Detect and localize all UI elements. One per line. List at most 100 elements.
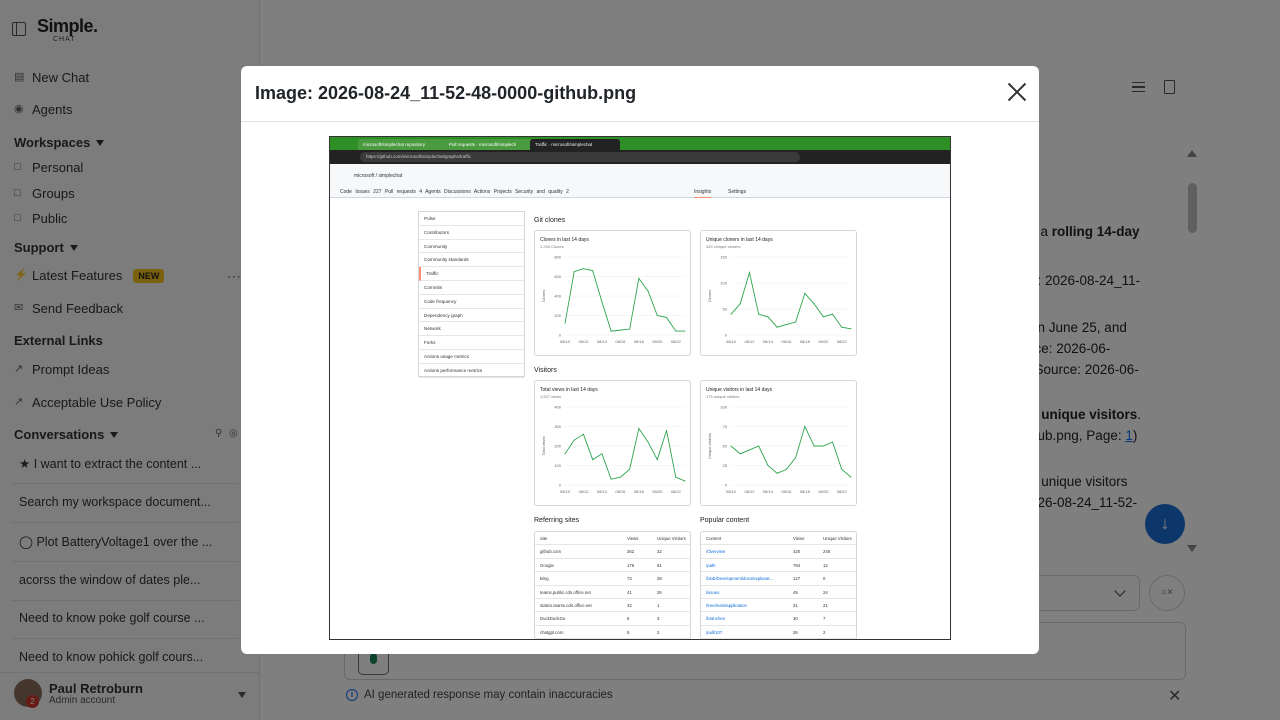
y-axis-label: Clones xyxy=(541,290,546,302)
data-point xyxy=(601,453,603,455)
data-point xyxy=(629,328,631,330)
table-row: /pull/107 26 2 xyxy=(701,626,856,639)
x-tick-label: 08/20 xyxy=(652,489,663,494)
insights-menu-item: Dependency graph xyxy=(419,309,524,323)
data-point xyxy=(564,322,566,324)
popular-content-table: Content Views Unique Visitors/Overview 420 2… xyxy=(700,531,857,639)
chart-subtitle: 175 unique visitors xyxy=(706,394,740,399)
x-tick-label: 08/12 xyxy=(744,489,755,494)
data-point xyxy=(748,272,750,274)
data-point xyxy=(638,277,640,279)
table-cell: 420 xyxy=(793,549,801,555)
y-tick-label: 25 xyxy=(723,463,728,468)
data-point xyxy=(776,326,778,328)
data-point xyxy=(573,271,575,273)
table-cell: /branches xyxy=(706,616,725,622)
table-cell: 21 xyxy=(823,602,828,608)
data-point xyxy=(767,316,769,318)
y-tick-label: 200 xyxy=(554,444,561,449)
insights-menu-item: Community xyxy=(419,240,524,254)
screenshot-image: microsoft/simplechat repository Pull req… xyxy=(329,136,951,640)
data-point xyxy=(675,330,677,332)
x-tick-label: 08/14 xyxy=(763,339,774,344)
table-cell: 0 xyxy=(823,576,826,582)
insights-menu-item: Actions usage metrics xyxy=(419,350,524,364)
chart-card: Unique visitors in last 14 days 175 uniq… xyxy=(700,380,857,506)
table-cell: Views xyxy=(793,536,805,541)
series-line xyxy=(730,270,852,330)
data-point xyxy=(795,321,797,323)
data-point xyxy=(610,478,612,480)
chart-subtitle: 420 Unique cloners xyxy=(706,244,741,249)
y-tick-label: 0 xyxy=(559,333,562,338)
table-cell: /tree/main/application xyxy=(706,602,747,608)
insights-menu-item: Community standards xyxy=(419,253,524,268)
data-point xyxy=(619,329,621,331)
insights-menu: Pulse Contributors Community Community stan… xyxy=(418,211,525,378)
data-point xyxy=(850,328,852,330)
data-point xyxy=(573,439,575,441)
insights-menu-item: Traffic xyxy=(419,267,524,281)
y-tick-label: 150 xyxy=(720,255,727,260)
y-tick-label: 100 xyxy=(720,281,727,286)
close-button[interactable] xyxy=(1007,82,1027,102)
insights-menu-item: Actions performance metrics xyxy=(419,364,524,378)
y-tick-label: 75 xyxy=(723,424,728,429)
x-tick-label: 08/10 xyxy=(560,339,571,344)
table-cell: Unique Visitors xyxy=(823,536,852,541)
table-cell: /issues xyxy=(706,589,720,595)
table-cell: 5 xyxy=(627,629,630,635)
table-cell: 262 xyxy=(627,549,635,555)
table-row: /branches 30 7 xyxy=(701,612,856,626)
data-point xyxy=(841,468,843,470)
referring-sites-heading: Referring sites xyxy=(534,517,580,524)
line-chart: 0 200 400 600 800 Clones 08/10 08/12 08/14 08/16 0… xyxy=(541,255,686,344)
insights-menu-item: Code frequency xyxy=(419,295,524,309)
table-cell: statics.teams.cdn.office.net xyxy=(540,602,592,608)
app-root: Simple. CHAT ▤ New Chat ◉ Agents Workspa… xyxy=(0,0,1280,720)
insights-menu-item: Forks xyxy=(419,336,524,350)
y-tick-label: 0 xyxy=(725,333,728,338)
repo-name: microsoft / simplechat xyxy=(354,173,403,179)
modal-title: Image: 2026-08-24_11-52-48-0000-github.p… xyxy=(255,83,637,103)
browser-tab-active: Traffic · microsoft/simplechat xyxy=(530,139,620,150)
chart-card: Total views in last 14 days 1,527 views … xyxy=(534,380,691,506)
x-tick-label: 08/10 xyxy=(560,489,571,494)
x-tick-label: 08/12 xyxy=(578,489,589,494)
x-tick-label: 08/18 xyxy=(800,489,811,494)
x-tick-label: 08/20 xyxy=(652,339,663,344)
line-chart: 0 100 200 300 400 Total views 08/10 08/12 08/14 0… xyxy=(541,405,686,494)
table-cell: 794 xyxy=(793,562,801,568)
x-tick-label: 08/22 xyxy=(837,489,848,494)
data-point xyxy=(592,270,594,272)
data-point xyxy=(748,449,750,451)
data-point xyxy=(758,313,760,315)
x-tick-label: 08/12 xyxy=(578,339,589,344)
data-point xyxy=(739,303,741,305)
data-point xyxy=(647,290,649,292)
x-tick-label: 08/16 xyxy=(615,489,626,494)
insights-menu-item: Contributors xyxy=(419,226,524,240)
data-point xyxy=(804,426,806,427)
table-cell: 127 xyxy=(793,576,801,582)
settings-tab: Settings xyxy=(728,189,747,195)
table-cell: 49 xyxy=(793,589,798,595)
x-tick-label: 08/18 xyxy=(800,339,811,344)
data-point xyxy=(813,303,815,305)
table-row: DuckDuckGo 5 3 xyxy=(535,612,690,626)
x-tick-label: 08/14 xyxy=(763,489,774,494)
insights-menu-item: Pulse xyxy=(419,212,524,226)
line-chart: 0 25 50 75 100 Unique visitors 08/10 08/12 08/14… xyxy=(707,405,852,494)
table-cell: DuckDuckGo xyxy=(540,616,566,622)
table-row: /issues 49 24 xyxy=(701,586,856,599)
x-tick-label: 08/22 xyxy=(671,339,682,344)
table-cell: 41 xyxy=(627,589,632,595)
table-cell: 176 xyxy=(627,562,635,568)
data-point xyxy=(656,315,658,316)
table-cell: 81 xyxy=(657,562,662,568)
data-point xyxy=(804,292,806,294)
table-cell: 5 xyxy=(627,616,630,622)
table-row: chatgpt.com 5 2 xyxy=(535,626,690,639)
data-point xyxy=(822,316,824,318)
chart-title: Unique visitors in last 14 days xyxy=(706,387,773,393)
